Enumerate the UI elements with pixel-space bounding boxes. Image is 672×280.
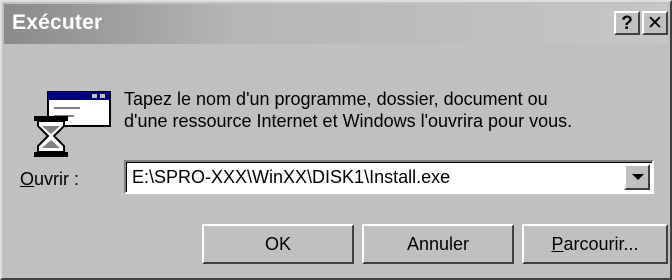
open-label-text: uvrir : — [34, 169, 80, 189]
instructions-line-1: Tapez le nom d'un programme, dossier, do… — [124, 89, 548, 109]
close-button[interactable]: ✕ — [642, 11, 668, 35]
browse-mnemonic: P — [551, 233, 564, 254]
instructions-line-2: d'une ressource Internet et Windows l'ou… — [124, 111, 573, 131]
open-label-mnemonic: O — [20, 169, 35, 189]
browse-label: arcourir... — [563, 233, 639, 254]
open-input[interactable]: E:\SPRO-XXX\WinXX\DISK1\Install.exe — [132, 165, 450, 189]
ok-button[interactable]: OK — [202, 224, 354, 264]
run-program-icon — [34, 91, 111, 157]
open-label: Ouvrir : — [20, 166, 79, 192]
window-title: Exécuter — [12, 11, 103, 34]
help-button[interactable]: ? — [614, 11, 640, 35]
run-dialog: Exécuter ? ✕ Tapez le nom d'un programme… — [0, 0, 672, 280]
cancel-button[interactable]: Annuler — [362, 224, 514, 264]
instructions-text: Tapez le nom d'un programme, dossier, do… — [124, 88, 664, 132]
chevron-down-icon[interactable] — [624, 164, 650, 190]
browse-button[interactable]: Parcourir... — [522, 224, 668, 264]
title-bar[interactable]: Exécuter ? ✕ — [4, 4, 668, 44]
open-combobox[interactable]: E:\SPRO-XXX\WinXX\DISK1\Install.exe — [124, 160, 654, 194]
